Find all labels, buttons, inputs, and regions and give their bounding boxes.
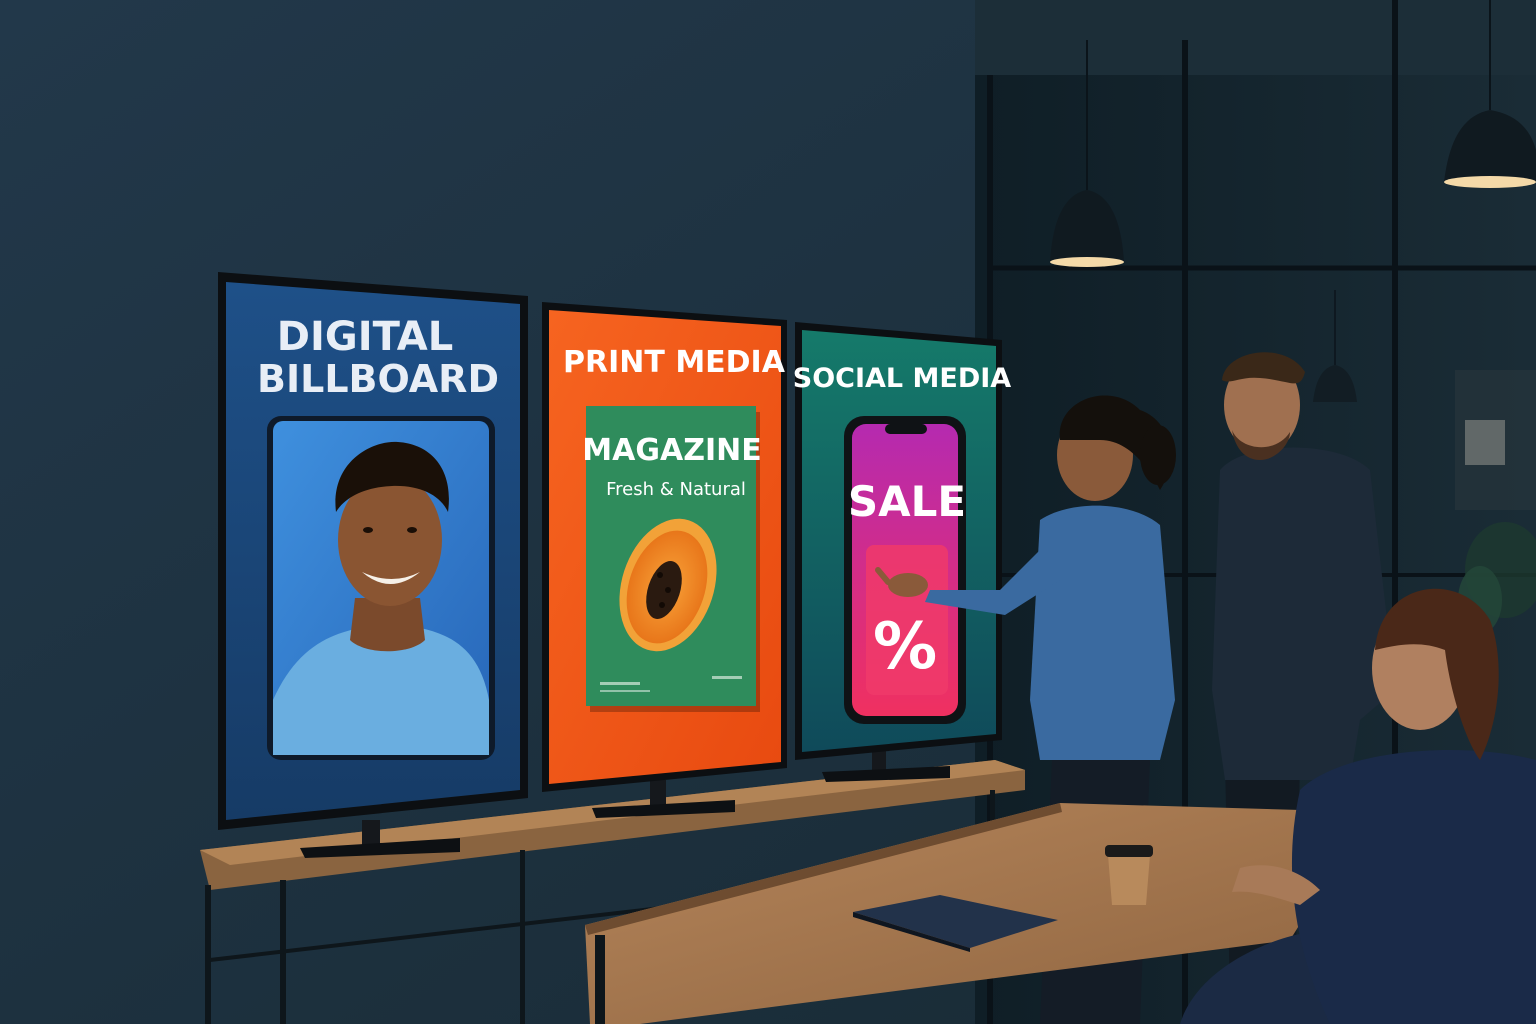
sale-text: SALE: [848, 477, 966, 526]
print-media-title: PRINT MEDIA: [563, 345, 786, 380]
office-scene: DIGITAL BILLBOARD PRINT MEDIA MAGAZINE F…: [0, 0, 1536, 1024]
magazine-cover: MAGAZINE Fresh & Natural: [582, 406, 762, 712]
phone-mockup: SALE %: [844, 416, 966, 724]
coffee-cup: [1105, 845, 1153, 905]
social-media-title: SOCIAL MEDIA: [793, 363, 1012, 394]
print-media-display: PRINT MEDIA MAGAZINE Fresh & Natural: [542, 302, 787, 792]
percent-symbol: %: [873, 610, 937, 684]
social-media-display: SOCIAL MEDIA SALE %: [793, 322, 1012, 760]
billboard-title-line2: BILLBOARD: [257, 357, 499, 401]
magazine-subtitle: Fresh & Natural: [606, 479, 746, 500]
billboard-title-line1: DIGITAL: [277, 314, 453, 360]
scene-illustration: DIGITAL BILLBOARD PRINT MEDIA MAGAZINE F…: [0, 0, 1536, 1024]
digital-billboard-display: DIGITAL BILLBOARD: [218, 272, 528, 830]
magazine-title: MAGAZINE: [582, 433, 761, 468]
